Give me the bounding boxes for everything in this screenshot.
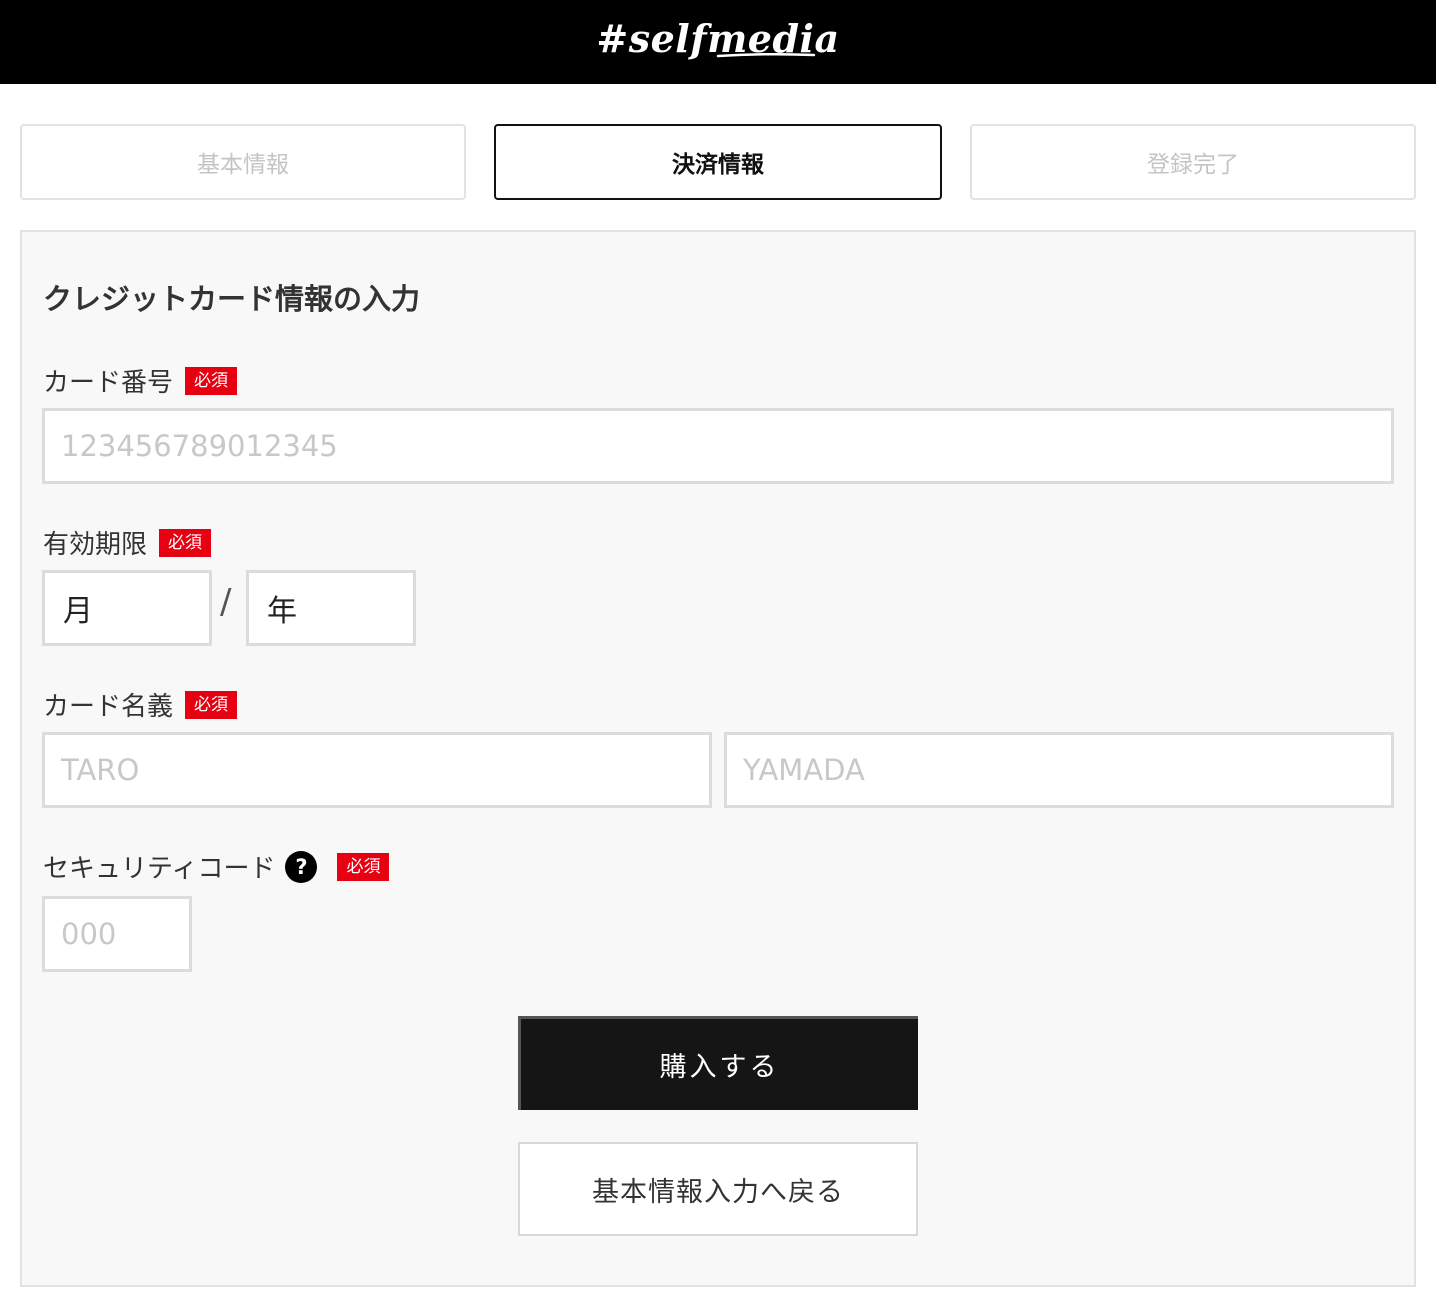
site-header: #selfmedia	[0, 0, 1436, 84]
expiry-separator: /	[220, 582, 232, 622]
card-name-label: カード名義	[43, 692, 174, 722]
security-code-label-row: セキュリティコード ? 必須	[43, 848, 390, 885]
help-icon[interactable]: ?	[285, 850, 318, 883]
card-number-label-row: カード番号 必須	[43, 362, 238, 399]
expiry-year-select[interactable]: 年	[246, 570, 416, 646]
step-label: 基本情報	[197, 152, 289, 178]
expiry-label-row: 有効期限 必須	[43, 524, 212, 561]
purchase-button[interactable]: 購入する	[518, 1016, 918, 1110]
purchase-button-label: 購入する	[659, 1052, 780, 1083]
card-number-placeholder: 123456789012345	[61, 429, 338, 463]
card-last-name-input[interactable]: YAMADA	[724, 732, 1394, 808]
logo-underline-decoration	[716, 52, 816, 58]
step-basic-info: 基本情報	[20, 124, 466, 200]
security-code-placeholder: 000	[61, 917, 117, 951]
card-name-label-row: カード名義 必須	[43, 686, 238, 723]
card-number-input[interactable]: 123456789012345	[42, 408, 1394, 484]
expiry-month-select[interactable]: 月	[42, 570, 212, 646]
security-code-label: セキュリティコード	[43, 854, 276, 884]
expiry-year-value: 年	[267, 594, 297, 629]
required-badge: 必須	[159, 528, 212, 557]
step-registration-complete: 登録完了	[970, 124, 1416, 200]
section-title: クレジットカード情報の入力	[43, 282, 421, 316]
expiry-month-value: 月	[63, 594, 93, 629]
step-label: 決済情報	[672, 152, 764, 178]
card-first-name-input[interactable]: TARO	[42, 732, 712, 808]
back-button-label: 基本情報入力へ戻る	[592, 1176, 844, 1208]
step-payment-info: 決済情報	[494, 124, 942, 200]
card-last-name-placeholder: YAMADA	[743, 753, 865, 787]
step-label: 登録完了	[1147, 152, 1239, 178]
expiry-label: 有効期限	[43, 530, 148, 560]
site-logo[interactable]: #selfmedia	[0, 0, 1436, 84]
back-to-basic-info-button[interactable]: 基本情報入力へ戻る	[518, 1142, 918, 1236]
required-badge: 必須	[185, 690, 238, 719]
card-number-label: カード番号	[43, 368, 174, 398]
card-first-name-placeholder: TARO	[61, 753, 140, 787]
required-badge: 必須	[185, 366, 238, 395]
required-badge: 必須	[337, 852, 390, 881]
security-code-input[interactable]: 000	[42, 896, 192, 972]
